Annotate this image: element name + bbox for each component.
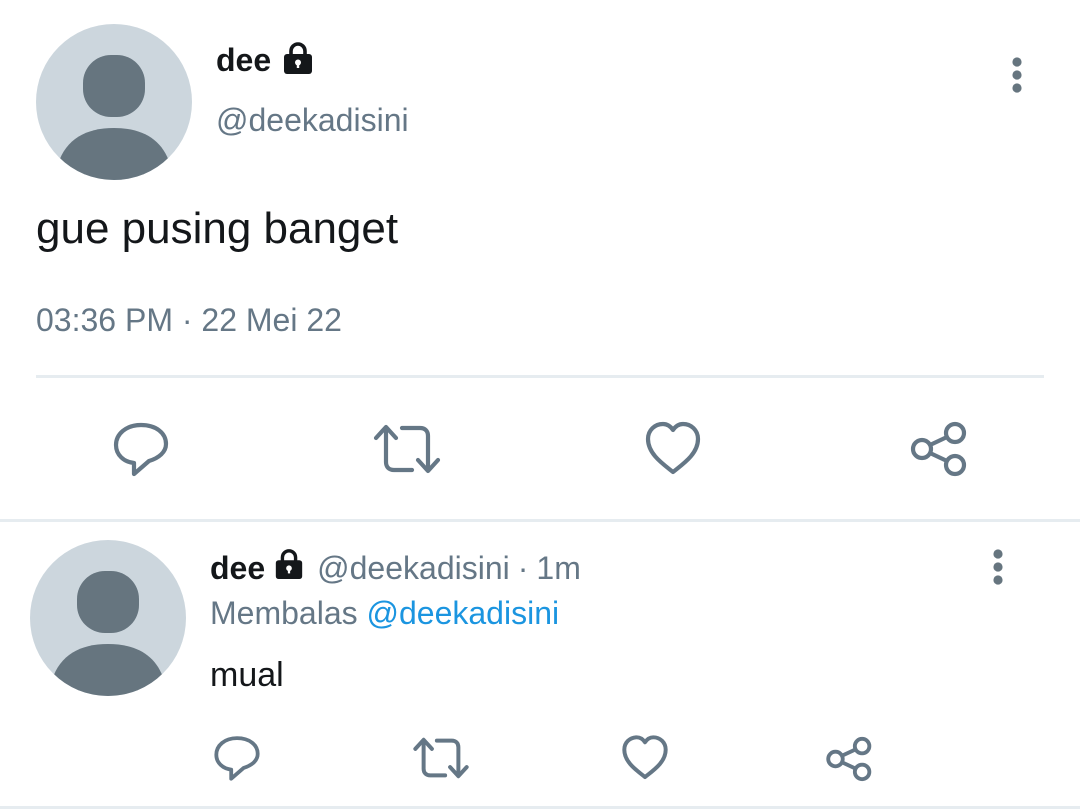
share-icon [910,421,967,477]
share-button[interactable] [908,418,972,480]
reply-text: mual [210,656,284,694]
reply-more-options-icon[interactable] [983,548,1013,588]
reply-handle[interactable]: @deekadisini [317,550,510,587]
divider [36,375,1044,378]
reply-share-button[interactable] [824,734,876,784]
share-icon [826,736,872,782]
handle[interactable]: @deekadisini [216,102,409,139]
author-name-row: dee [216,40,315,80]
timestamp: 03:36 PM · 22 Mei 22 [36,302,342,339]
reply-icon [113,422,169,477]
reply-display-name[interactable]: dee [210,550,265,587]
section-divider [0,519,1080,522]
lock-icon [281,41,315,80]
like-button[interactable] [643,420,703,478]
reply-reply-button[interactable] [212,734,262,782]
bottom-divider [0,806,1080,809]
tweet-time: 03:36 PM [36,302,173,338]
reply-age: 1m [536,549,581,586]
replying-to-line: Membalas @deekadisini [210,595,559,632]
like-icon [622,735,668,780]
reply-avatar[interactable] [30,540,186,696]
mention-link[interactable]: @deekadisini [367,595,560,631]
like-icon [645,421,701,475]
reply-header: dee @deekadisini · 1m [210,548,581,588]
avatar[interactable] [36,24,192,180]
retweet-icon [373,424,441,474]
display-name[interactable]: dee [216,42,271,79]
reply-like-button[interactable] [620,734,670,782]
retweet-icon [413,737,469,779]
separator-dot: · [181,302,193,338]
reply-button[interactable] [110,420,172,478]
retweet-button[interactable] [372,420,442,478]
reply-icon [214,736,260,781]
lock-icon [273,548,305,588]
default-avatar-icon [58,55,170,180]
reply-retweet-button[interactable] [412,734,470,782]
replying-label: Membalas [210,595,358,631]
tweet-date: 22 Mei 22 [201,302,342,338]
default-avatar-icon [52,571,164,696]
separator-dot: · [517,549,529,586]
tweet-text: gue pusing banget [36,204,399,253]
more-options-icon[interactable] [1002,56,1032,96]
